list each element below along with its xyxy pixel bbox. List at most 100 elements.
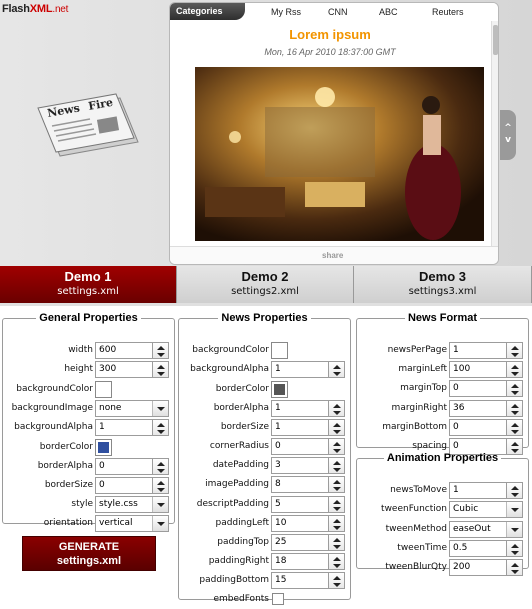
down-arrow-icon[interactable] (511, 391, 519, 395)
height-stepper[interactable] (153, 361, 169, 378)
news-to-move-stepper[interactable] (507, 482, 523, 499)
height-input[interactable]: 300 (95, 361, 153, 378)
up-arrow-icon[interactable] (157, 481, 165, 485)
down-arrow-icon[interactable] (333, 583, 341, 587)
down-arrow-icon[interactable] (333, 526, 341, 530)
down-arrow-icon[interactable] (333, 372, 341, 376)
up-arrow-icon[interactable] (333, 519, 341, 523)
background-image-select[interactable]: none (95, 400, 169, 417)
tab-demo-3[interactable]: Demo 3 settings3.xml (354, 266, 532, 303)
down-arrow-icon[interactable] (511, 570, 519, 574)
corner-radius-input[interactable]: 0 (271, 438, 329, 455)
margin-top-input[interactable]: 0 (449, 380, 507, 397)
chevron-down-icon[interactable] (152, 401, 168, 416)
generate-settings-button[interactable]: GENERATE settings.xml (22, 536, 156, 571)
tween-function-select[interactable]: Cubic (449, 501, 523, 518)
tween-time-input[interactable]: 0.5 (449, 540, 507, 557)
nav-down-icon[interactable]: v (500, 134, 516, 146)
padding-top-stepper[interactable] (329, 534, 345, 551)
up-arrow-icon[interactable] (333, 423, 341, 427)
margin-bottom-input[interactable]: 0 (449, 419, 507, 436)
news-per-page-stepper[interactable] (507, 342, 523, 359)
news-border-alpha-input[interactable]: 1 (271, 400, 329, 417)
up-arrow-icon[interactable] (333, 480, 341, 484)
padding-right-stepper[interactable] (329, 553, 345, 570)
border-color-swatch[interactable] (95, 439, 112, 456)
up-arrow-icon[interactable] (333, 557, 341, 561)
tween-blur-qty-stepper[interactable] (507, 559, 523, 576)
up-arrow-icon[interactable] (333, 500, 341, 504)
down-arrow-icon[interactable] (511, 430, 519, 434)
up-arrow-icon[interactable] (157, 462, 165, 466)
down-arrow-icon[interactable] (333, 411, 341, 415)
tween-time-stepper[interactable] (507, 540, 523, 557)
up-arrow-icon[interactable] (333, 576, 341, 580)
tab-abc[interactable]: ABC (379, 7, 398, 17)
background-alpha-input[interactable]: 1 (95, 419, 153, 436)
up-arrow-icon[interactable] (511, 404, 519, 408)
down-arrow-icon[interactable] (511, 372, 519, 376)
down-arrow-icon[interactable] (511, 353, 519, 357)
tab-cnn[interactable]: CNN (328, 7, 348, 17)
tab-reuters[interactable]: Reuters (432, 7, 464, 17)
chevron-down-icon[interactable] (152, 516, 168, 531)
down-arrow-icon[interactable] (157, 469, 165, 473)
chevron-down-icon[interactable] (152, 497, 168, 512)
chevron-down-icon[interactable] (506, 522, 522, 537)
border-alpha-stepper[interactable] (153, 458, 169, 475)
padding-bottom-input[interactable]: 15 (271, 572, 329, 589)
border-size-stepper[interactable] (153, 477, 169, 494)
margin-left-input[interactable]: 100 (449, 361, 507, 378)
brand-logo[interactable]: FlashXML.net (2, 3, 68, 15)
image-padding-stepper[interactable] (329, 476, 345, 493)
up-arrow-icon[interactable] (333, 365, 341, 369)
nav-up-icon[interactable]: ^ (500, 122, 516, 134)
down-arrow-icon[interactable] (157, 372, 165, 376)
viewer-scrollbar[interactable] (491, 21, 498, 251)
down-arrow-icon[interactable] (157, 488, 165, 492)
up-arrow-icon[interactable] (333, 442, 341, 446)
down-arrow-icon[interactable] (511, 493, 519, 497)
down-arrow-icon[interactable] (157, 353, 165, 357)
up-arrow-icon[interactable] (511, 486, 519, 490)
news-background-color-swatch[interactable] (271, 342, 288, 359)
down-arrow-icon[interactable] (333, 545, 341, 549)
chevron-down-icon[interactable] (506, 502, 522, 517)
up-arrow-icon[interactable] (511, 563, 519, 567)
down-arrow-icon[interactable] (333, 507, 341, 511)
news-border-color-swatch[interactable] (271, 381, 288, 398)
down-arrow-icon[interactable] (333, 487, 341, 491)
news-headline[interactable]: Lorem ipsum (170, 27, 490, 42)
news-to-move-input[interactable]: 1 (449, 482, 507, 499)
margin-right-stepper[interactable] (507, 400, 523, 417)
down-arrow-icon[interactable] (333, 564, 341, 568)
border-alpha-input[interactable]: 0 (95, 458, 153, 475)
margin-left-stepper[interactable] (507, 361, 523, 378)
width-input[interactable]: 600 (95, 342, 153, 359)
news-border-alpha-stepper[interactable] (329, 400, 345, 417)
tween-method-select[interactable]: easeOut (449, 521, 523, 538)
image-padding-input[interactable]: 8 (271, 476, 329, 493)
up-arrow-icon[interactable] (157, 365, 165, 369)
up-arrow-icon[interactable] (511, 365, 519, 369)
up-arrow-icon[interactable] (333, 461, 341, 465)
news-border-size-stepper[interactable] (329, 419, 345, 436)
up-arrow-icon[interactable] (511, 544, 519, 548)
date-padding-input[interactable]: 3 (271, 457, 329, 474)
margin-right-input[interactable]: 36 (449, 400, 507, 417)
width-stepper[interactable] (153, 342, 169, 359)
background-alpha-stepper[interactable] (153, 419, 169, 436)
up-arrow-icon[interactable] (333, 404, 341, 408)
news-per-page-input[interactable]: 1 (449, 342, 507, 359)
news-background-alpha-stepper[interactable] (329, 361, 345, 378)
down-arrow-icon[interactable] (511, 551, 519, 555)
up-arrow-icon[interactable] (157, 423, 165, 427)
share-link[interactable]: share (322, 251, 343, 260)
border-size-input[interactable]: 0 (95, 477, 153, 494)
up-arrow-icon[interactable] (157, 346, 165, 350)
tab-demo-1[interactable]: Demo 1 settings.xml (0, 266, 177, 303)
style-select[interactable]: style.css (95, 496, 169, 513)
embed-fonts-checkbox[interactable] (272, 593, 284, 605)
background-color-swatch[interactable] (95, 381, 112, 398)
tween-blur-qty-input[interactable]: 200 (449, 559, 507, 576)
